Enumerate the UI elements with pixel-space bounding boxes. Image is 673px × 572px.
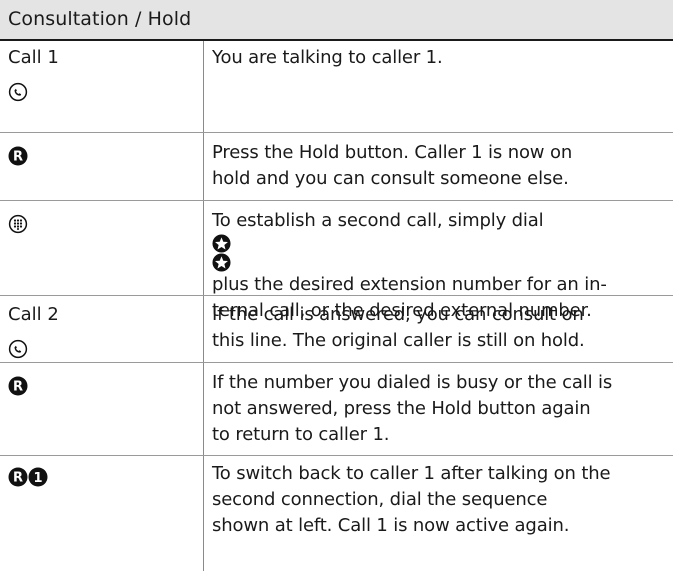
row-6-right: To switch back to caller 1 after talking…	[212, 461, 662, 539]
row-separator	[0, 455, 673, 456]
row-6-left: R 1	[8, 465, 48, 488]
row-5-right: If the number you dialed is busy or the …	[212, 370, 662, 448]
row-text-line: this line. The original caller is still …	[212, 330, 585, 351]
row-text-line: If the number you dialed is busy or the …	[212, 372, 613, 393]
svg-text:1: 1	[33, 471, 42, 486]
row-1-right: You are talking to caller 1.	[212, 45, 662, 71]
keypad-icon	[8, 214, 28, 234]
column-divider	[203, 41, 204, 571]
row-separator	[0, 200, 673, 201]
row-text-line: not answered, press the Hold button agai…	[212, 398, 591, 419]
row-text-line: To switch back to caller 1 after talking…	[212, 463, 611, 484]
header-rule	[0, 39, 673, 41]
row-2-right: Press the Hold button. Caller 1 is now o…	[212, 140, 662, 192]
r-key-icon: R	[8, 376, 28, 396]
row-text-line: Press the Hold button. Caller 1 is now o…	[212, 142, 573, 163]
section-title: Consultation / Hold	[8, 8, 192, 30]
row-text-line: to return to caller 1.	[212, 424, 390, 445]
row-separator	[0, 132, 673, 133]
r-key-icon: R	[8, 146, 28, 166]
row-label: Call 2	[8, 304, 59, 325]
row-1-left: Call 1	[8, 46, 59, 102]
star-key-icon	[212, 253, 662, 272]
star-key-icon	[212, 234, 662, 253]
row-text-line: hold and you can consult someone else.	[212, 168, 569, 189]
row-separator	[0, 295, 673, 296]
row-text-line: second connection, dial the sequence	[212, 489, 548, 510]
handset-icon	[8, 339, 28, 359]
handset-icon	[8, 82, 28, 102]
r-key-icon: R	[8, 467, 28, 487]
row-text-line: You are talking to caller 1.	[212, 47, 443, 68]
row-4-left: Call 2	[8, 303, 59, 359]
section-header: Consultation / Hold	[0, 0, 673, 39]
row-text-line: To establish a second call, simply dial	[212, 208, 662, 272]
svg-text:R: R	[13, 471, 23, 486]
one-key-icon: 1	[28, 467, 48, 487]
row-label: Call 1	[8, 47, 59, 68]
manual-page: Consultation / Hold Call 1 You are talki…	[0, 0, 673, 572]
svg-text:R: R	[13, 150, 23, 165]
row-text-line: If the call is answered, you can consult…	[212, 304, 584, 325]
svg-text:R: R	[13, 380, 23, 395]
row-3-left	[8, 212, 28, 235]
row-text-line: shown at left. Call 1 is now active agai…	[212, 515, 570, 536]
row-4-right: If the call is answered, you can consult…	[212, 302, 662, 354]
row-2-left: R	[8, 144, 28, 167]
row-separator	[0, 362, 673, 363]
row-5-left: R	[8, 374, 28, 397]
